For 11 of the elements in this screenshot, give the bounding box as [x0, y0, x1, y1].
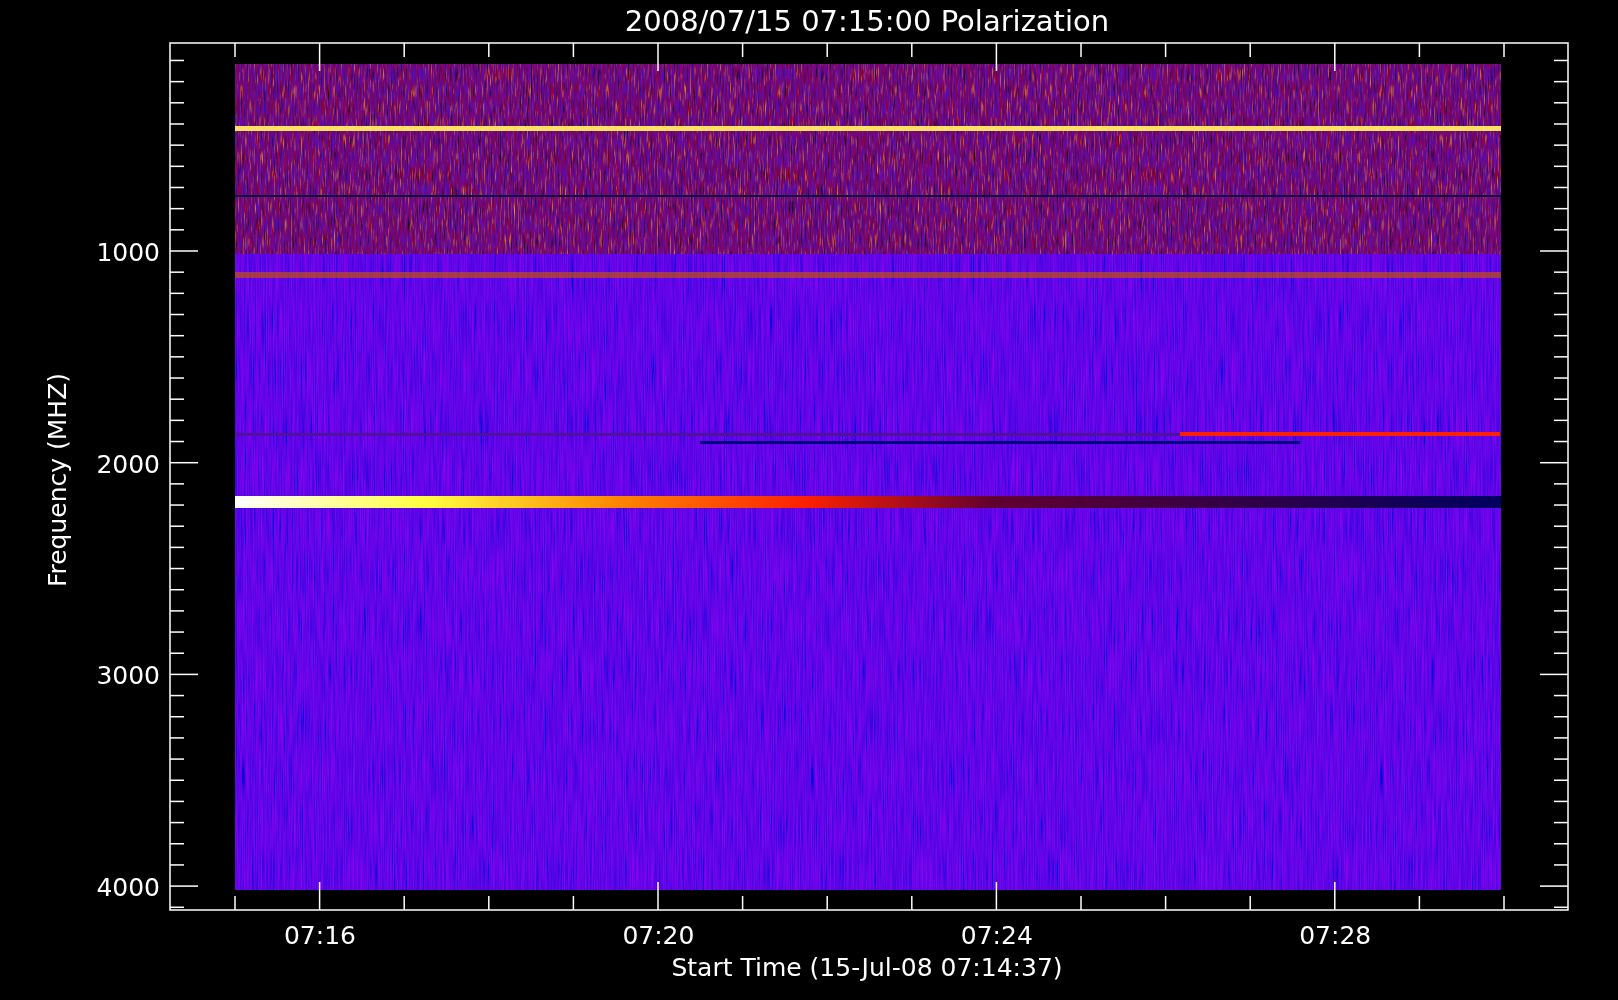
y-tick-label: 4000	[96, 873, 160, 903]
x-axis-label: Start Time (15-Jul-08 07:14:37)	[671, 953, 1063, 982]
y-axis-label: Frequency (MHZ)	[43, 372, 72, 588]
x-tick-label: 07:16	[284, 921, 356, 950]
y-tick-label: 3000	[96, 661, 160, 691]
x-tick-label: 07:20	[622, 921, 695, 950]
x-tick-label: 07:28	[1299, 921, 1372, 950]
x-tick-label: 07:24	[960, 921, 1033, 950]
chart-title: 2008/07/15 07:15:00 Polarization	[624, 4, 1110, 38]
y-tick-label: 2000	[96, 449, 160, 479]
y-tick-label: 1000	[96, 238, 160, 267]
